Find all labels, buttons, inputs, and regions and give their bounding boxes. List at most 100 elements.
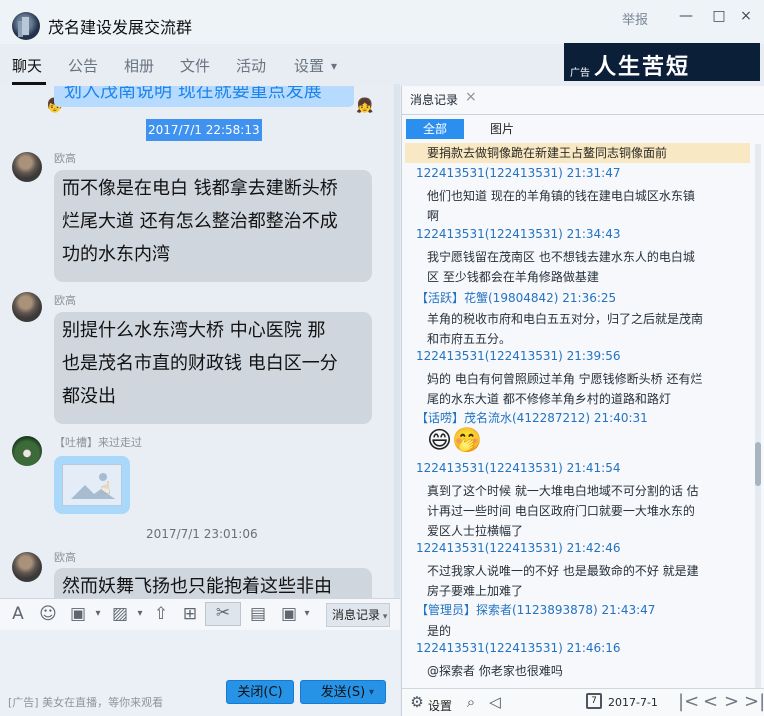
message-bubble: 别提什么水东湾大桥 中心医院 那 也是茂名市直的财政钱 电白区一分 都没出: [54, 312, 372, 424]
grin-emoji-icon: 😄: [427, 426, 453, 454]
tab-chat[interactable]: 聊天: [12, 55, 42, 76]
avatar[interactable]: [12, 552, 42, 582]
first-page-icon[interactable]: |<: [678, 691, 699, 712]
message-sender: 欧高: [54, 152, 76, 165]
segment-all[interactable]: 全部: [406, 119, 464, 139]
message-time: 2017/7/1 23:01:06: [146, 527, 258, 541]
screen-share-icon[interactable]: ▣: [279, 604, 299, 624]
ad-title: 人生苦短: [594, 54, 691, 80]
history-entry-header: 122413531(122413531) 21:42:46: [416, 541, 621, 555]
compose-ad-text[interactable]: [广告] 美女在直播，等你来观看: [8, 694, 163, 710]
settings-chevron-down-icon[interactable]: ▾: [331, 59, 337, 73]
screen-chevron-down-icon[interactable]: ▾: [297, 604, 317, 624]
hand-cursor-icon: ☝: [100, 478, 111, 499]
mountain-icon: [71, 473, 115, 499]
history-close-icon[interactable]: ×: [465, 89, 477, 105]
font-icon[interactable]: A: [8, 604, 28, 624]
history-entry-body: 他们也知道 现在的羊角镇的钱在建电白城区水东镇啊: [427, 189, 695, 223]
history-entry-header: 122413531(122413531) 21:34:43: [416, 227, 621, 241]
send-chevron-down-icon: ▾: [369, 687, 375, 698]
group-title: 茂名建设发展交流群: [48, 18, 193, 37]
prev-page-icon[interactable]: <: [703, 691, 718, 712]
image-icon[interactable]: ▨: [110, 604, 130, 624]
search-icon[interactable]: ⌕: [462, 693, 480, 711]
history-entry-header: 122413531(122413531) 21:41:54: [416, 461, 621, 475]
gif-icon[interactable]: ▣: [68, 604, 88, 624]
chat-message-area: 👦 👧 划入茂南说明 现在就要重点发展 2017/7/1 22:58:13 欧高…: [0, 86, 400, 598]
top-ad-banner[interactable]: 广告 人生苦短: [564, 43, 760, 81]
message-bubble: 而不像是在电白 钱都拿去建断头桥 烂尾大道 还有怎么整治都整治不成 功的水东内湾: [54, 170, 372, 282]
minimize-icon[interactable]: —: [678, 8, 694, 24]
tab-activity[interactable]: 活动: [236, 55, 266, 76]
image-placeholder-icon: [62, 464, 122, 506]
maximize-icon[interactable]: □: [711, 8, 727, 24]
active-tab-underline: [12, 82, 46, 85]
ad-label: 广告: [570, 68, 590, 79]
chat-tabs: 聊天 公告 相册 文件 活动 设置 ▾: [0, 48, 400, 86]
report-link[interactable]: 举报: [622, 9, 648, 28]
tab-settings[interactable]: 设置: [294, 55, 324, 76]
avatar[interactable]: [12, 292, 42, 322]
history-entry-body: 不过我家人说唯一的不好 也是最致命的不好 就是建 房子要难上加难了: [427, 564, 699, 598]
sticker-right-icon: 👧: [356, 98, 374, 114]
history-log: 要捐款去做铜像跪在新建王占鳌同志铜像面前 122413531(122413531…: [402, 143, 752, 683]
chat-scrollbar[interactable]: [394, 84, 400, 598]
teasing-emoji-icon: 🤭: [452, 426, 482, 454]
message-sender: 欧高: [54, 551, 76, 564]
send-button[interactable]: 发送(S) ▾: [300, 680, 386, 704]
history-entry-body: @探索者 你老家也很难吗: [427, 664, 563, 678]
history-entry-header: 【话唠】茂名流水(412287212) 21:40:31: [416, 411, 648, 425]
scissors-icon[interactable]: ✂: [205, 602, 241, 626]
scrollbar-thumb[interactable]: [755, 442, 761, 486]
history-panel: 消息记录 × 全部 图片 要捐款去做铜像跪在新建王占鳌同志铜像面前 122413…: [401, 86, 764, 716]
history-entry-header: 122413531(122413531) 21:46:16: [416, 641, 621, 655]
avatar[interactable]: [12, 152, 42, 182]
history-entry-header: 【活跃】花蟹(19804842) 21:36:25: [416, 291, 617, 305]
message-history-button[interactable]: 消息记录 ▾: [326, 603, 390, 627]
message-sender: 欧高: [54, 294, 76, 307]
shake-icon[interactable]: ▤: [248, 604, 268, 624]
image-chevron-down-icon[interactable]: ▾: [130, 604, 150, 624]
message-bubble: 然而妖舞飞扬也只能抱着这些非由: [54, 568, 372, 598]
history-entry-header: 122413531(122413531) 21:31:47: [416, 166, 621, 180]
tab-album[interactable]: 相册: [124, 55, 154, 76]
gift-icon[interactable]: ⊞: [180, 604, 200, 624]
emoji-icon[interactable]: ☺: [38, 604, 58, 624]
top-message-bubble: 划入茂南说明 现在就要重点发展: [54, 86, 354, 107]
panel-divider: [402, 114, 764, 115]
next-page-icon[interactable]: >: [724, 691, 739, 712]
title-bar: 茂名建设发展交流群 举报 — □ ×: [0, 0, 764, 44]
message-sender: 【吐槽】来过走过: [54, 436, 142, 449]
emoji-message: 😄🤭: [427, 425, 487, 455]
segment-images[interactable]: 图片: [482, 119, 522, 139]
history-entry-header: 122413531(122413531) 21:39:56: [416, 349, 621, 363]
history-entry-body: 羊角的税收市府和电白五五对分，归了之后就是茂南 和市府五五分。: [427, 312, 704, 346]
tab-notice[interactable]: 公告: [68, 55, 98, 76]
history-entry-body: 真到了这个时候 就一大堆电白地域不可分割的话 估计再过一些时间 电白区政府门口就…: [427, 484, 699, 538]
avatar[interactable]: [12, 436, 42, 466]
settings-label[interactable]: 设置: [428, 697, 452, 714]
close-button[interactable]: 关闭(C): [226, 680, 294, 704]
gif-chevron-down-icon[interactable]: ▾: [88, 604, 108, 624]
tab-files[interactable]: 文件: [180, 55, 210, 76]
history-scrollbar[interactable]: [755, 144, 761, 688]
group-avatar[interactable]: [12, 12, 40, 40]
chevron-down-icon: ▾: [380, 612, 388, 622]
history-entry-body: 是的: [427, 624, 452, 638]
history-entry-body: 我宁愿钱留在茂南区 也不想钱去建水东人的电白城区 至少钱都会在羊角修路做基建: [427, 250, 695, 284]
history-entry-header: 【管理员】探索者(1123893878) 21:43:47: [416, 603, 656, 617]
calendar-icon[interactable]: 7: [586, 693, 602, 709]
history-bottom-bar: ⚙ 设置 ⌕ ◁ 7 2017-7-1 |< < > >|: [402, 688, 764, 716]
upload-icon[interactable]: ⇧: [151, 604, 171, 624]
compose-area[interactable]: [广告] 美女在直播，等你来观看 关闭(C) 发送(S) ▾: [0, 630, 400, 716]
last-page-icon[interactable]: >|: [744, 691, 764, 712]
history-entry-body: 妈的 电白有何曾照顾过羊角 宁愿钱修断头桥 还有烂 尾的水东大道 都不修修羊角乡村…: [427, 372, 703, 406]
close-icon[interactable]: ×: [738, 8, 754, 24]
message-time: 2017/7/1 22:58:13: [146, 119, 262, 141]
image-message[interactable]: ☝: [54, 456, 130, 514]
history-date[interactable]: 2017-7-1: [608, 696, 658, 709]
settings-gear-icon[interactable]: ⚙: [408, 693, 426, 711]
history-title: 消息记录: [410, 93, 459, 107]
sound-icon[interactable]: ◁: [486, 693, 504, 711]
message-toolbar: A ☺ ▣ ▾ ▨ ▾ ⇧ ⊞ ✂ ▤ ▣ ▾ 消息记录 ▾: [0, 598, 400, 630]
